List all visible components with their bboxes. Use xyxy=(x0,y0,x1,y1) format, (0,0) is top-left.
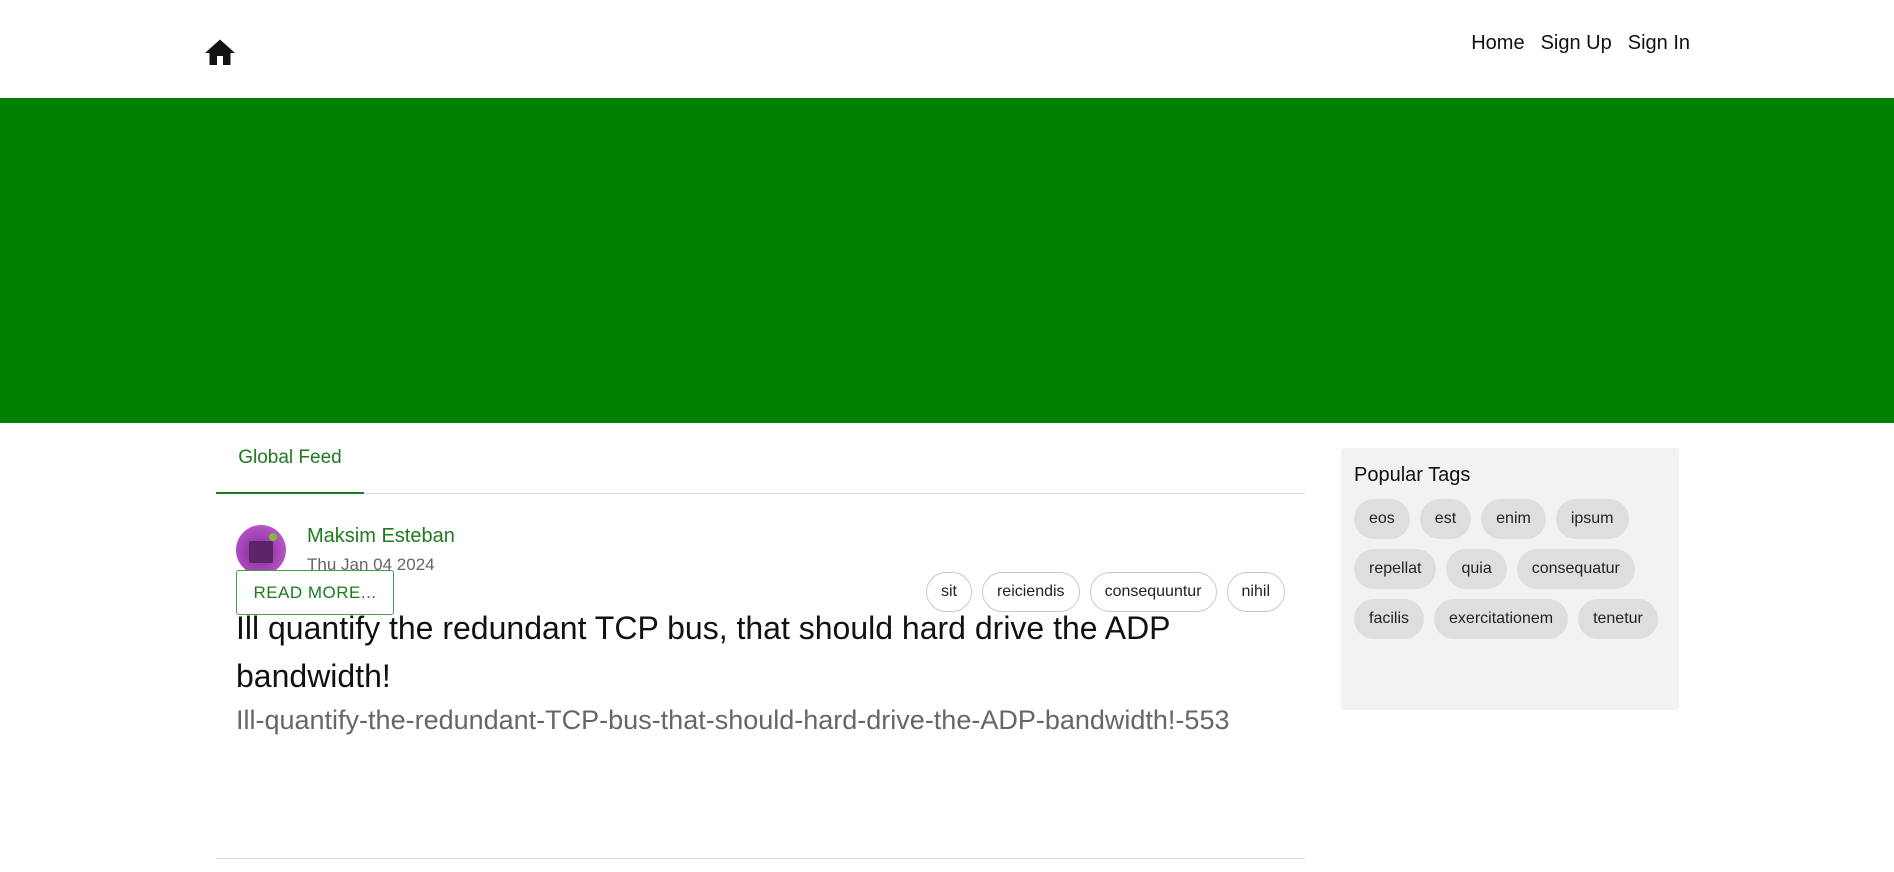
navbar: Home Sign Up Sign In xyxy=(0,0,1894,98)
popular-tag[interactable]: ipsum xyxy=(1555,499,1629,539)
popular-tag[interactable]: est xyxy=(1419,499,1472,539)
popular-tag[interactable]: quia xyxy=(1446,549,1507,589)
avatar[interactable] xyxy=(236,525,286,575)
tab-global-feed[interactable]: Global Feed xyxy=(216,423,364,494)
article-tag-list: sit reiciendis consequuntur nihil xyxy=(925,572,1285,612)
article-slug: Ill-quantify-the-redundant-TCP-bus-that-… xyxy=(236,705,1230,735)
popular-tag[interactable]: facilis xyxy=(1354,599,1425,639)
article-tag[interactable]: sit xyxy=(925,572,972,612)
nav-links: Home Sign Up Sign In xyxy=(1463,30,1698,56)
popular-tags-panel: Popular Tags eos est enim ipsum repellat… xyxy=(1341,448,1679,710)
popular-tag[interactable]: tenetur xyxy=(1578,599,1658,639)
popular-tag[interactable]: eos xyxy=(1354,499,1410,539)
article-tag[interactable]: nihil xyxy=(1226,572,1285,612)
nav-sign-in-link[interactable]: Sign In xyxy=(1620,30,1698,56)
feed-tabs: Global Feed xyxy=(216,423,1305,494)
popular-tag[interactable]: repellat xyxy=(1354,549,1437,589)
popular-tag[interactable]: enim xyxy=(1481,499,1546,539)
hero-banner xyxy=(0,98,1894,423)
avatar-image xyxy=(249,541,273,563)
home-icon[interactable] xyxy=(201,35,239,71)
popular-tag-list: eos est enim ipsum repellat quia consequ… xyxy=(1354,499,1664,639)
author-name[interactable]: Maksim Esteban xyxy=(307,525,455,548)
article-tag[interactable]: reiciendis xyxy=(981,572,1080,612)
avatar-dot xyxy=(269,533,277,541)
nav-home-link[interactable]: Home xyxy=(1463,30,1532,56)
article-preview: Maksim Esteban Thu Jan 04 2024 Ill quant… xyxy=(216,494,1305,859)
popular-tags-title: Popular Tags xyxy=(1354,464,1471,486)
popular-tag[interactable]: exercitationem xyxy=(1434,599,1569,639)
read-more-button[interactable]: READ MORE... xyxy=(236,570,394,615)
nav-sign-up-link[interactable]: Sign Up xyxy=(1533,30,1620,56)
article-tag[interactable]: consequuntur xyxy=(1089,572,1217,612)
popular-tag[interactable]: consequatur xyxy=(1516,549,1635,589)
feed: Global Feed Maksim Esteban Thu Jan 04 20… xyxy=(216,423,1305,859)
article-title[interactable]: Ill quantify the redundant TCP bus, that… xyxy=(236,604,1286,700)
